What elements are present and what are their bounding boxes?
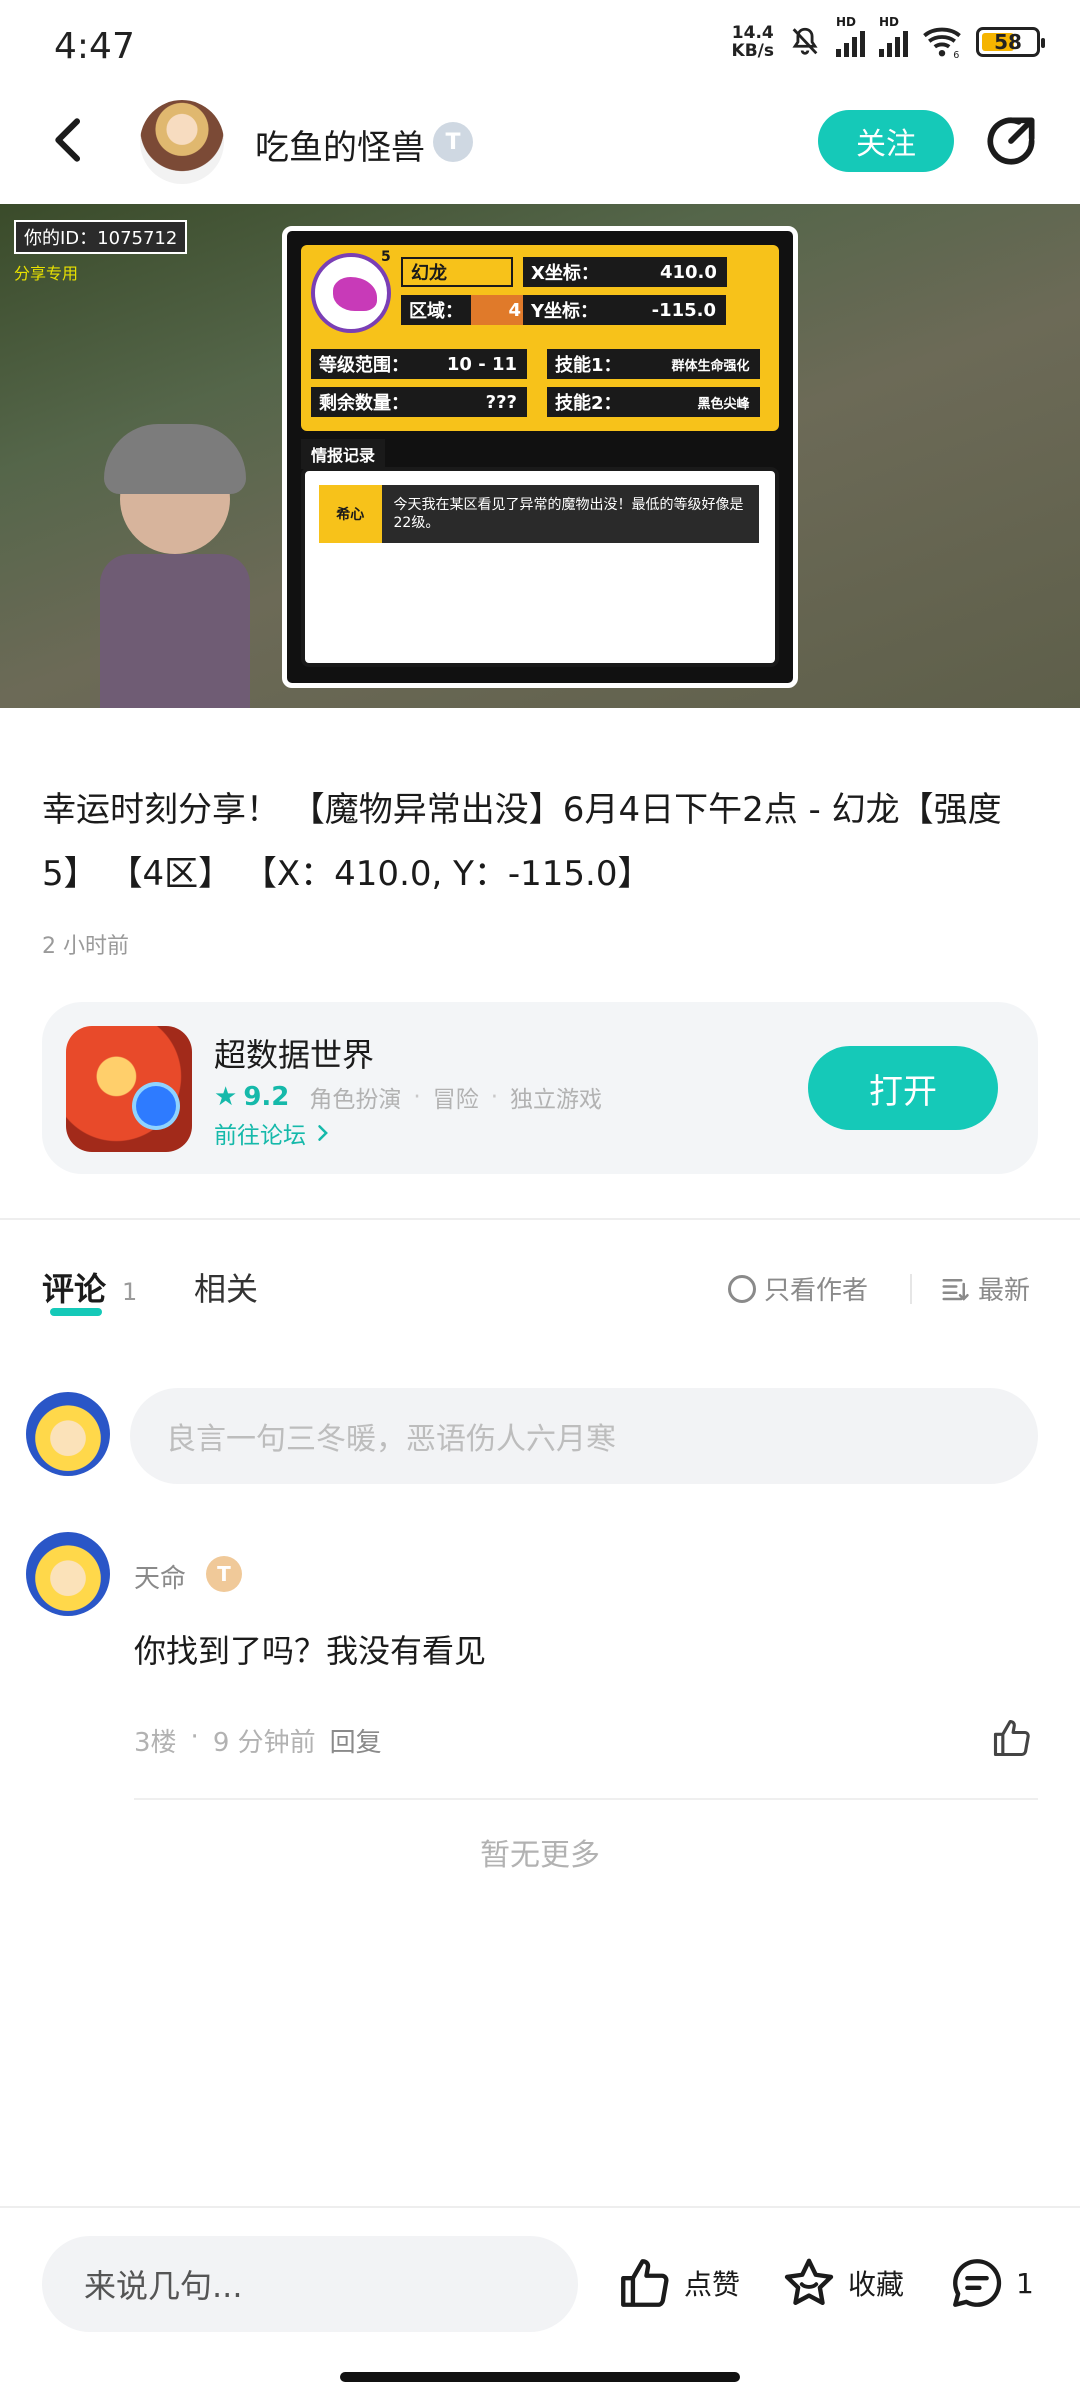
active-tab-indicator [50,1308,102,1316]
monster-name: 幻龙 [401,257,513,287]
tab-related[interactable]: 相关 [194,1264,258,1310]
game-name[interactable]: 超数据世界 [214,1030,374,1076]
game-tag: 角色扮演 [309,1087,402,1113]
thumbs-up-icon [621,2259,669,2307]
divider [910,1274,912,1304]
comment-button[interactable]: 1 [948,2250,1034,2316]
y-coordinate: -115.0 [606,295,727,325]
reply-button[interactable]: 回复 [330,1722,382,1759]
divider [0,1218,1080,1220]
comment-input[interactable]: 良言一句三冬暖，恶语伤人六月寒 [130,1388,1038,1484]
comments-count: 1 [122,1278,138,1306]
comment-text[interactable]: 你找到了吗？我没有看见 [134,1626,486,1672]
npc-character [90,424,260,708]
post-body: 幸运时刻分享！ 【魔物异常出没】6月4日下午2点 - 幻龙【强度5】 【4区】 … [42,790,1002,894]
level-range: 10 - 11 [417,349,527,379]
game-tag: 独立游戏 [510,1087,602,1113]
area-value: 4 [471,295,531,325]
commenter-avatar[interactable] [26,1532,110,1616]
player-id-tag: 你的ID：1075712 [14,220,188,254]
thumbs-up-icon[interactable] [990,1716,1034,1760]
follow-button[interactable]: 关注 [818,110,954,172]
intel-message: 希心 今天我在某区看见了异常的魔物出没！最低的等级好像是22级。 [319,485,759,543]
skill-2: 黑色尖峰 [629,387,760,417]
game-meta: ★ 9.2 角色扮演 · 冒险 · 独立游戏 [214,1082,602,1113]
star-icon [784,2258,834,2305]
chevron-left-icon[interactable] [42,112,98,168]
author-avatar[interactable] [140,100,224,184]
svg-text:6: 6 [953,50,959,58]
signal-icon-2: HD [879,15,908,57]
chevron-right-icon [318,1125,328,1141]
my-avatar [26,1392,110,1476]
no-more-label: 暂无更多 [480,1838,600,1873]
comment-bubble-icon [953,2259,1002,2307]
game-card[interactable]: 超数据世界 ★ 9.2 角色扮演 · 冒险 · 独立游戏 前往论坛 打开 [42,1002,1038,1174]
bell-muted-icon [792,27,818,55]
post-time: 2 小时前 [42,934,129,959]
like-button[interactable]: 点赞 [616,2250,740,2316]
comment-meta: 3楼 · 9 分钟前 回复 [134,1722,382,1759]
intel-record-label: 情报记录 [301,439,386,469]
skill-1: 群体生命强化 [629,349,760,379]
author-name[interactable]: 吃鱼的怪兽 [255,120,425,169]
wifi-icon: 6 [923,27,961,58]
star-icon: ★ [214,1082,238,1112]
reply-input[interactable]: 来说几句... [42,2236,578,2332]
only-author-toggle[interactable]: 只看作者 [728,1270,868,1307]
monster-level: 5 [381,249,391,265]
commenter-name[interactable]: 天命 [134,1558,186,1595]
post-image[interactable]: 你的ID：1075712 分享专用 5 幻龙 X坐标： 410.0 区域： 4 … [0,204,1080,708]
signal-icon: HD [836,15,865,57]
remaining-count: ??? [417,387,527,417]
game-tag: 冒险 [432,1087,479,1113]
status-time: 4:47 [54,26,135,67]
tab-comments[interactable]: 评论 1 [42,1264,137,1310]
share-only-label: 分享专用 [14,264,79,283]
status-icons: 14.4 KB/s HD HD 6 58 [731,15,1045,61]
monster-portrait [311,253,391,333]
battery-icon: 58 [976,27,1045,57]
net-speed: 14.4 KB/s [731,23,774,61]
home-indicator[interactable] [340,2372,740,2382]
favorite-button[interactable]: 收藏 [780,2250,904,2316]
divider [0,2206,1080,2208]
comment-tabs: 评论 1 相关 只看作者 最新 [0,1250,1080,1330]
monster-info-card: 5 幻龙 X坐标： 410.0 区域： 4 Y坐标： -115.0 等级范围： … [282,226,798,688]
author-level-badge: T [433,122,473,162]
game-app-icon[interactable] [66,1026,192,1152]
sort-icon [942,1278,969,1301]
x-coordinate: 410.0 [606,257,727,287]
game-score: 9.2 [243,1082,290,1112]
sort-toggle[interactable]: 最新 [940,1270,1030,1307]
share-icon[interactable] [980,110,1042,172]
divider [134,1798,1038,1800]
open-game-button[interactable]: 打开 [808,1046,998,1130]
commenter-level-badge: T [206,1556,242,1592]
status-bar: 4:47 14.4 KB/s HD HD 6 58 [0,0,1080,90]
comment-floor: 3楼 [134,1728,177,1758]
forum-link[interactable]: 前往论坛 [214,1116,332,1150]
comment-time: 9 分钟前 [212,1728,316,1758]
radio-icon [728,1274,756,1303]
post-header: 吃鱼的怪兽 T 关注 [0,96,1080,186]
